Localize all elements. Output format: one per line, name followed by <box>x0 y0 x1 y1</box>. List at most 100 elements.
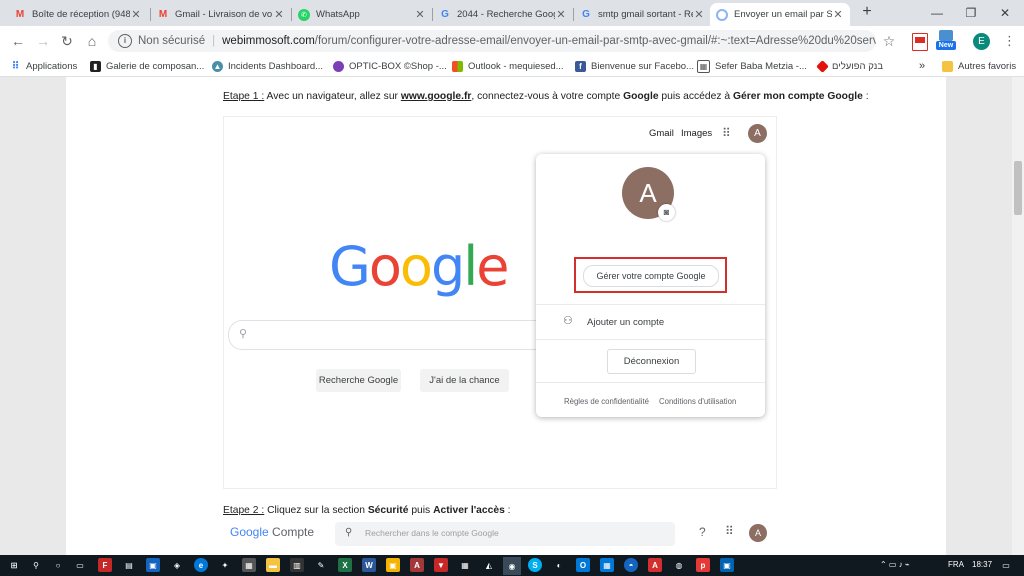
tab-google-search[interactable]: G 2044 - Recherche Goog ✕ <box>433 3 573 26</box>
excel-icon[interactable]: X <box>338 558 352 572</box>
tab-whatsapp[interactable]: ✆ WhatsApp ✕ <box>292 3 432 26</box>
avatar: A <box>749 524 767 542</box>
close-tab-icon[interactable]: ✕ <box>832 8 844 21</box>
close-tab-icon[interactable]: ✕ <box>555 8 567 21</box>
app-icon[interactable]: ◐ <box>552 558 566 572</box>
tab-gmail-livraison[interactable]: M Gmail - Livraison de vo ✕ <box>151 3 291 26</box>
folder-icon <box>942 60 953 72</box>
tab-smtp-search[interactable]: G smtp gmail sortant - Re ✕ <box>574 3 711 26</box>
search-icon: ⚲ <box>345 527 353 538</box>
file-explorer-icon[interactable]: ▬ <box>266 558 280 572</box>
filezilla-icon[interactable]: F <box>98 558 112 572</box>
app-icon[interactable]: ▦ <box>458 558 472 572</box>
word-icon[interactable]: W <box>362 558 376 572</box>
book-icon: ▦ <box>697 59 710 73</box>
bookmark-star-icon[interactable]: ☆ <box>880 32 898 50</box>
app-icon[interactable]: ◓ <box>624 558 638 572</box>
app-icon[interactable]: ▼ <box>434 558 448 572</box>
task-view-icon[interactable]: ▭ <box>73 558 87 572</box>
google-icon: G <box>582 9 590 20</box>
close-tab-icon[interactable]: ✕ <box>693 8 705 21</box>
calendar-icon[interactable]: ▦ <box>600 558 614 572</box>
bookmark-galerie[interactable]: ▮ Galerie de composan... <box>90 59 204 73</box>
bookmark-bank[interactable]: בנק הפועלים <box>816 59 883 73</box>
reload-icon[interactable]: ↻ <box>58 32 76 50</box>
clock[interactable]: 18:37 <box>972 560 992 569</box>
windows-taskbar: ⊞ ⚲ ○ ▭ F ▤ ▣ ◈ e ✦ ▦ ▬ ▥ ✎ X W ▣ A ▼ ▦ … <box>0 555 1024 576</box>
component-gallery-icon: ▮ <box>90 60 101 72</box>
maximize-button[interactable]: ❐ <box>954 0 988 26</box>
outlook-icon[interactable]: O <box>576 558 590 572</box>
bookmarks-overflow-button[interactable]: » <box>919 59 925 73</box>
scrollbar-thumb[interactable] <box>1014 161 1022 215</box>
home-icon[interactable]: ⌂ <box>83 32 101 50</box>
tab-inbox[interactable]: M Boîte de réception (948 ✕ <box>8 3 148 26</box>
gmail-link: Gmail <box>649 128 674 139</box>
privacy-link: Règles de confidentialité <box>564 397 649 406</box>
new-extension-icon[interactable]: New <box>936 30 956 52</box>
security-status: Non sécurisé <box>138 35 206 47</box>
gmail-icon: M <box>15 9 25 20</box>
profile-avatar[interactable]: E <box>973 33 990 50</box>
input-language[interactable]: FRA <box>948 560 964 569</box>
windows-start-icon[interactable]: ⊞ <box>7 558 21 572</box>
manage-account-button: Gérer votre compte Google <box>583 265 719 287</box>
app-icon[interactable]: ◍ <box>672 558 686 572</box>
app-icon[interactable]: ◭ <box>482 558 496 572</box>
account-popup: A ◙ Gérer votre compte Google ⚇ Ajouter … <box>536 154 765 417</box>
app-icon[interactable]: ✎ <box>314 558 328 572</box>
dashboard-icon: ▲ <box>212 60 223 72</box>
access-icon[interactable]: A <box>410 558 424 572</box>
bookmark-incidents[interactable]: ▲ Incidents Dashboard... <box>212 59 323 73</box>
apps-grid-icon: ⠿ <box>11 60 20 72</box>
whatsapp-icon: ✆ <box>298 8 310 21</box>
close-window-button[interactable]: ✕ <box>988 0 1022 26</box>
apps-grid-icon: ⠿ <box>725 524 734 538</box>
bookmarks-bar: ⠿ Applications ▮ Galerie de composan... … <box>0 56 1024 77</box>
new-tab-button[interactable]: + <box>858 3 876 23</box>
info-icon[interactable]: i <box>118 34 132 48</box>
app-icon[interactable]: ▦ <box>242 558 256 572</box>
address-bar[interactable]: i Non sécurisé | webimmosoft.com /forum/… <box>108 30 876 52</box>
app-icon[interactable]: ✦ <box>218 558 232 572</box>
bookmark-opticbox[interactable]: OPTIC-BOX ©Shop -... <box>333 59 447 73</box>
menu-kebab-icon[interactable]: ⋮ <box>1003 33 1016 49</box>
step1-paragraph: Etape 1 : Avec un navigateur, allez sur … <box>223 91 869 102</box>
close-tab-icon[interactable]: ✕ <box>273 8 285 21</box>
google-search-button: Recherche Google <box>316 369 401 392</box>
pdf-extension-icon[interactable] <box>912 33 928 51</box>
bookmark-facebook[interactable]: f Bienvenue sur Facebo... <box>575 59 694 73</box>
app-icon[interactable]: ▥ <box>290 558 304 572</box>
other-bookmarks-folder[interactable]: Autres favoris <box>942 59 1016 73</box>
skype-icon[interactable]: S <box>528 558 542 572</box>
acrobat-icon[interactable]: A <box>648 558 662 572</box>
app-icon[interactable]: ▣ <box>146 558 160 572</box>
close-tab-icon[interactable]: ✕ <box>130 8 142 21</box>
search-icon[interactable]: ⚲ <box>29 558 43 572</box>
google-fr-link[interactable]: www.google.fr <box>401 91 472 102</box>
cortana-icon[interactable]: ○ <box>51 558 65 572</box>
close-tab-icon[interactable]: ✕ <box>414 8 426 21</box>
google-search-box: ⚲ <box>228 320 549 350</box>
edge-icon[interactable]: e <box>194 558 208 572</box>
chrome-icon[interactable]: ◉ <box>503 557 521 575</box>
notification-icon[interactable]: ▭ <box>999 558 1013 572</box>
gmail-icon: M <box>158 9 168 20</box>
google-logo: Google <box>329 235 509 298</box>
system-tray-icons[interactable]: ⌃ ▭ ♪ ⌁ <box>880 560 910 569</box>
tab-active-page[interactable]: Envoyer un email par SI ✕ <box>710 3 850 26</box>
search-icon: ⚲ <box>239 328 248 340</box>
app-icon[interactable]: ◈ <box>170 558 184 572</box>
app-icon[interactable]: p <box>696 558 710 572</box>
bookmark-outlook[interactable]: Outlook - mequiesed... <box>452 59 564 73</box>
app-icon[interactable]: ▣ <box>720 558 734 572</box>
forward-icon[interactable]: → <box>34 32 52 50</box>
tutorial-image-step2: Google Compte ⚲ Rechercher dans le compt… <box>223 518 775 555</box>
minimize-button[interactable]: — <box>920 0 954 26</box>
page-scrollbar[interactable] <box>1012 77 1024 555</box>
notepad-icon[interactable]: ▤ <box>122 558 136 572</box>
back-icon[interactable]: ← <box>9 32 27 50</box>
bookmark-sefer[interactable]: ▦ Sefer Baba Metzia -... <box>697 59 807 73</box>
app-icon[interactable]: ▣ <box>386 558 400 572</box>
bookmark-applications[interactable]: ⠿ Applications <box>10 59 78 73</box>
